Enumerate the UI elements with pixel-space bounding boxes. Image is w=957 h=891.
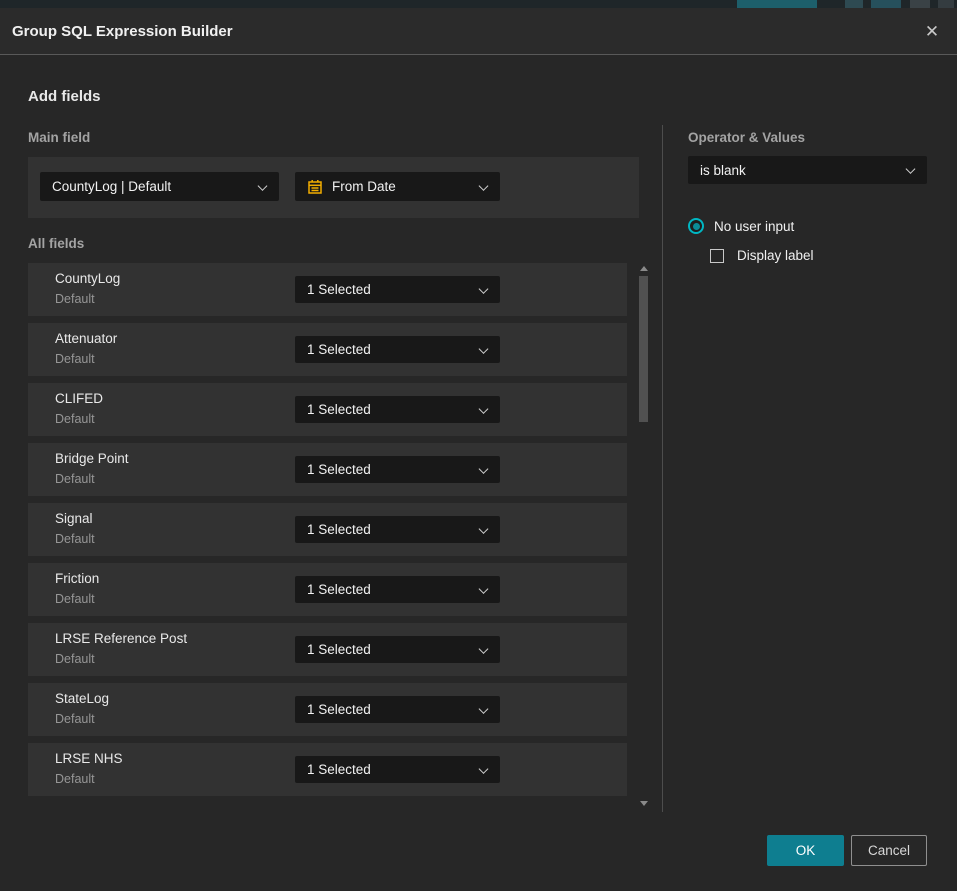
field-row: LRSE NHS Default 1 Selected xyxy=(28,743,627,796)
field-selection-value: 1 Selected xyxy=(307,462,371,477)
scroll-up-icon[interactable] xyxy=(640,266,648,271)
toolbar-icon-fragment xyxy=(871,0,901,8)
field-row: Signal Default 1 Selected xyxy=(28,503,627,556)
field-selection-dropdown[interactable]: 1 Selected xyxy=(295,276,500,303)
operator-value: is blank xyxy=(700,163,746,178)
chevron-down-icon xyxy=(479,524,489,534)
chevron-down-icon xyxy=(906,164,916,174)
field-source: Default xyxy=(55,652,95,666)
field-row: CountyLog Default 1 Selected xyxy=(28,263,627,316)
checkbox-unchecked-icon xyxy=(710,249,724,263)
field-name: Friction xyxy=(55,571,99,586)
chevron-down-icon xyxy=(479,464,489,474)
all-fields-label: All fields xyxy=(28,236,84,251)
field-name: LRSE NHS xyxy=(55,751,123,766)
scroll-down-icon[interactable] xyxy=(640,801,648,806)
cancel-button[interactable]: Cancel xyxy=(851,835,927,866)
add-fields-heading: Add fields xyxy=(28,88,101,105)
operator-values-heading: Operator & Values xyxy=(688,130,805,145)
main-field-label: Main field xyxy=(28,130,90,145)
field-row: Friction Default 1 Selected xyxy=(28,563,627,616)
chevron-down-icon xyxy=(479,764,489,774)
field-selection-dropdown[interactable]: 1 Selected xyxy=(295,696,500,723)
field-source: Default xyxy=(55,532,95,546)
display-label-label: Display label xyxy=(737,248,814,263)
toolbar-icon-fragment xyxy=(910,0,930,8)
background-app-toolbar xyxy=(0,0,957,8)
field-name: LRSE Reference Post xyxy=(55,631,187,646)
main-field-source-value: CountyLog | Default xyxy=(52,179,171,194)
field-row: LRSE Reference Post Default 1 Selected xyxy=(28,623,627,676)
chevron-down-icon xyxy=(479,704,489,714)
dialog-title: Group SQL Expression Builder xyxy=(12,8,233,55)
field-selection-dropdown[interactable]: 1 Selected xyxy=(295,456,500,483)
field-name: Signal xyxy=(55,511,93,526)
field-selection-value: 1 Selected xyxy=(307,522,371,537)
dialog-header: Group SQL Expression Builder ✕ xyxy=(0,8,957,55)
field-row: Bridge Point Default 1 Selected xyxy=(28,443,627,496)
no-user-input-label: No user input xyxy=(714,219,794,234)
field-source: Default xyxy=(55,472,95,486)
calendar-icon xyxy=(307,179,323,195)
field-name: Attenuator xyxy=(55,331,117,346)
ok-button[interactable]: OK xyxy=(767,835,844,866)
field-selection-value: 1 Selected xyxy=(307,702,371,717)
main-field-source-dropdown[interactable]: CountyLog | Default xyxy=(40,172,279,201)
field-selection-dropdown[interactable]: 1 Selected xyxy=(295,636,500,663)
field-source: Default xyxy=(55,292,95,306)
field-row: Attenuator Default 1 Selected xyxy=(28,323,627,376)
radio-selected-icon xyxy=(688,218,704,234)
field-selection-value: 1 Selected xyxy=(307,762,371,777)
group-sql-expression-builder-dialog: Group SQL Expression Builder ✕ Add field… xyxy=(0,8,957,891)
no-user-input-option[interactable]: No user input xyxy=(688,218,794,234)
chevron-down-icon xyxy=(479,404,489,414)
field-selection-dropdown[interactable]: 1 Selected xyxy=(295,516,500,543)
field-name: StateLog xyxy=(55,691,109,706)
field-row: StateLog Default 1 Selected xyxy=(28,683,627,736)
field-source: Default xyxy=(55,592,95,606)
chevron-down-icon xyxy=(258,181,268,191)
field-selection-dropdown[interactable]: 1 Selected xyxy=(295,396,500,423)
field-selection-value: 1 Selected xyxy=(307,342,371,357)
toolbar-icon-fragment xyxy=(845,0,863,8)
panel-divider xyxy=(662,125,663,812)
close-button[interactable]: ✕ xyxy=(920,20,944,44)
field-source: Default xyxy=(55,412,95,426)
field-source: Default xyxy=(55,352,95,366)
live-view-fragment xyxy=(737,0,817,8)
field-selection-value: 1 Selected xyxy=(307,282,371,297)
field-selection-value: 1 Selected xyxy=(307,642,371,657)
field-selection-dropdown[interactable]: 1 Selected xyxy=(295,576,500,603)
field-selection-dropdown[interactable]: 1 Selected xyxy=(295,756,500,783)
field-name: CLIFED xyxy=(55,391,103,406)
field-source: Default xyxy=(55,712,95,726)
close-icon: ✕ xyxy=(925,22,939,42)
main-field-field-dropdown[interactable]: From Date xyxy=(295,172,500,201)
field-selection-dropdown[interactable]: 1 Selected xyxy=(295,336,500,363)
main-field-panel: CountyLog | Default From Date xyxy=(28,157,639,218)
field-name: CountyLog xyxy=(55,271,120,286)
chevron-down-icon xyxy=(479,181,489,191)
display-label-option[interactable]: Display label xyxy=(710,248,814,263)
scrollbar-thumb[interactable] xyxy=(639,276,648,422)
chevron-down-icon xyxy=(479,644,489,654)
chevron-down-icon xyxy=(479,284,489,294)
main-field-field-value: From Date xyxy=(332,179,396,194)
field-name: Bridge Point xyxy=(55,451,129,466)
all-fields-list: CountyLog Default 1 Selected Attenuator … xyxy=(28,263,627,796)
field-row: CLIFED Default 1 Selected xyxy=(28,383,627,436)
field-source: Default xyxy=(55,772,95,786)
toolbar-icon-fragment xyxy=(938,0,954,8)
field-selection-value: 1 Selected xyxy=(307,582,371,597)
list-scrollbar[interactable] xyxy=(639,263,649,808)
field-selection-value: 1 Selected xyxy=(307,402,371,417)
chevron-down-icon xyxy=(479,344,489,354)
chevron-down-icon xyxy=(479,584,489,594)
screen: Group SQL Expression Builder ✕ Add field… xyxy=(0,0,957,891)
operator-dropdown[interactable]: is blank xyxy=(688,156,927,184)
